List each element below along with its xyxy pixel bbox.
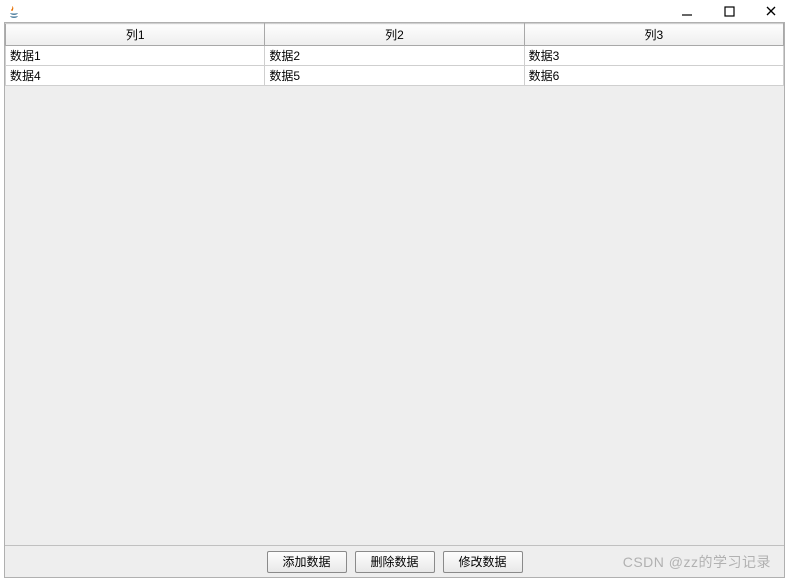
close-button[interactable] (761, 2, 781, 20)
table-header-row: 列1 列2 列3 (6, 24, 784, 46)
table-cell[interactable]: 数据5 (265, 66, 524, 86)
window-controls (677, 0, 781, 22)
modify-data-button[interactable]: 修改数据 (443, 551, 523, 573)
table-row[interactable]: 数据4 数据5 数据6 (6, 66, 784, 86)
delete-data-button[interactable]: 删除数据 (355, 551, 435, 573)
table-cell[interactable]: 数据6 (524, 66, 783, 86)
column-header[interactable]: 列1 (6, 24, 265, 46)
table-cell[interactable]: 数据1 (6, 46, 265, 66)
button-bar: 添加数据 删除数据 修改数据 (5, 545, 784, 577)
minimize-button[interactable] (677, 2, 697, 20)
maximize-button[interactable] (719, 2, 739, 20)
column-header[interactable]: 列2 (265, 24, 524, 46)
table-cell[interactable]: 数据4 (6, 66, 265, 86)
add-data-button[interactable]: 添加数据 (267, 551, 347, 573)
table-row[interactable]: 数据1 数据2 数据3 (6, 46, 784, 66)
table-cell[interactable]: 数据3 (524, 46, 783, 66)
client-area: 列1 列2 列3 数据1 数据2 数据3 数据4 数据5 数据6 添加数据 (4, 22, 785, 578)
window-titlebar (0, 0, 789, 22)
java-icon (6, 3, 22, 19)
table-container: 列1 列2 列3 数据1 数据2 数据3 数据4 数据5 数据6 (5, 23, 784, 545)
data-table[interactable]: 列1 列2 列3 数据1 数据2 数据3 数据4 数据5 数据6 (5, 23, 784, 86)
column-header[interactable]: 列3 (524, 24, 783, 46)
table-cell[interactable]: 数据2 (265, 46, 524, 66)
